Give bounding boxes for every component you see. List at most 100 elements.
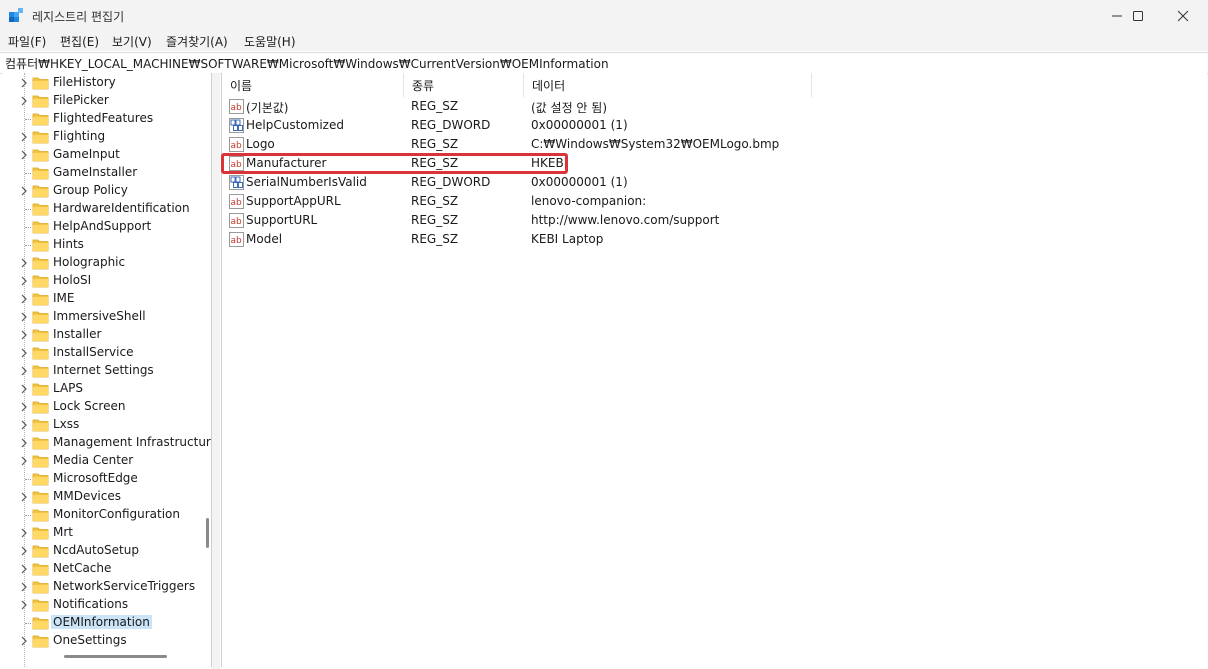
value-row[interactable]: ab Logo REG_SZ C:₩Windows₩System32₩OEMLogo.… bbox=[222, 135, 812, 154]
chevron-right-icon[interactable] bbox=[19, 582, 29, 592]
value-data: HKEBI bbox=[531, 156, 568, 170]
tree-item[interactable]: IME bbox=[2, 290, 202, 308]
chevron-right-icon[interactable] bbox=[19, 276, 29, 286]
tree-item[interactable]: FlightedFeatures bbox=[2, 110, 202, 128]
chevron-right-icon[interactable] bbox=[19, 330, 29, 340]
value-row[interactable]: ab SupportURL REG_SZ http://www.lenovo.com/… bbox=[222, 211, 812, 230]
tree-item[interactable]: GameInput bbox=[2, 146, 202, 164]
address-path[interactable]: 컴퓨터₩HKEY_LOCAL_MACHINE₩SOFTWARE₩Microsof… bbox=[5, 55, 609, 72]
tree-item[interactable]: Installer bbox=[2, 326, 202, 344]
tree-item[interactable]: Internet Settings bbox=[2, 362, 202, 380]
value-name: Manufacturer bbox=[246, 156, 327, 170]
address-bar[interactable]: 컴퓨터₩HKEY_LOCAL_MACHINE₩SOFTWARE₩Microsof… bbox=[0, 52, 1208, 74]
chevron-right-icon[interactable] bbox=[19, 348, 29, 358]
chevron-right-icon[interactable] bbox=[19, 402, 29, 412]
tree-horizontal-scrollbar[interactable] bbox=[64, 655, 167, 658]
tree-item[interactable]: NetCache bbox=[2, 560, 202, 578]
folder-icon bbox=[32, 185, 49, 198]
value-row[interactable]: ab Model REG_SZ KEBI Laptop bbox=[222, 230, 812, 249]
chevron-right-icon[interactable] bbox=[19, 96, 29, 106]
menu-file[interactable]: 파일(F) bbox=[6, 33, 48, 50]
value-type: REG_SZ bbox=[411, 137, 459, 151]
chevron-right-icon[interactable] bbox=[19, 258, 29, 268]
chevron-right-icon[interactable] bbox=[19, 492, 29, 502]
tree-item-label: Lock Screen bbox=[53, 399, 126, 413]
menu-view[interactable]: 보기(V) bbox=[110, 33, 154, 50]
value-row[interactable]: ab Manufacturer REG_SZ HKEBI bbox=[222, 154, 812, 173]
tree-item[interactable]: Notifications bbox=[2, 596, 202, 614]
key-tree[interactable]: FileHistory FilePicker FlightedFeatures Fli… bbox=[2, 73, 212, 667]
chevron-right-icon[interactable] bbox=[19, 384, 29, 394]
value-row[interactable]: HelpCustomized REG_DWORD 0x00000001 (1) bbox=[222, 116, 812, 135]
tree-item[interactable]: Holographic bbox=[2, 254, 202, 272]
tree-item[interactable]: MMDevices bbox=[2, 488, 202, 506]
chevron-right-icon[interactable] bbox=[19, 438, 29, 448]
tree-item[interactable]: InstallService bbox=[2, 344, 202, 362]
chevron-right-icon[interactable] bbox=[19, 312, 29, 322]
tree-connector bbox=[25, 623, 31, 624]
tree-item[interactable]: HoloSI bbox=[2, 272, 202, 290]
tree-item[interactable]: ImmersiveShell bbox=[2, 308, 202, 326]
tree-item[interactable]: MonitorConfiguration bbox=[2, 506, 202, 524]
tree-item[interactable]: NetworkServiceTriggers bbox=[2, 578, 202, 596]
folder-icon bbox=[32, 617, 49, 630]
tree-item[interactable]: OEMInformation bbox=[2, 614, 202, 632]
folder-icon bbox=[32, 77, 49, 90]
tree-vertical-scrollbar[interactable] bbox=[206, 518, 209, 548]
folder-icon bbox=[32, 221, 49, 234]
chevron-right-icon[interactable] bbox=[19, 186, 29, 196]
folder-icon bbox=[32, 509, 49, 522]
menu-edit[interactable]: 편집(E) bbox=[58, 33, 101, 50]
column-header-name[interactable]: 이름 bbox=[222, 73, 404, 97]
chevron-right-icon[interactable] bbox=[19, 456, 29, 466]
tree-connector bbox=[25, 173, 31, 174]
tree-item[interactable]: HelpAndSupport bbox=[2, 218, 202, 236]
chevron-right-icon[interactable] bbox=[19, 636, 29, 646]
values-list[interactable]: 이름 종류 데이터 ab (기본값) REG_SZ (값 설정 안 됨) HelpCus… bbox=[221, 73, 1207, 667]
maximize-button[interactable] bbox=[1115, 0, 1161, 31]
column-header-data[interactable]: 데이터 bbox=[524, 73, 812, 97]
chevron-right-icon[interactable] bbox=[19, 150, 29, 160]
tree-item[interactable]: Lock Screen bbox=[2, 398, 202, 416]
tree-item[interactable]: Media Center bbox=[2, 452, 202, 470]
menu-bar: 파일(F) 편집(E) 보기(V) 즐겨찾기(A) 도움말(H) bbox=[0, 31, 1208, 51]
chevron-right-icon[interactable] bbox=[19, 528, 29, 538]
menu-help[interactable]: 도움말(H) bbox=[242, 33, 298, 50]
chevron-right-icon[interactable] bbox=[19, 78, 29, 88]
value-row[interactable]: SerialNumberIsValid REG_DWORD 0x00000001 (… bbox=[222, 173, 812, 192]
chevron-right-icon[interactable] bbox=[19, 564, 29, 574]
chevron-right-icon[interactable] bbox=[19, 366, 29, 376]
folder-icon bbox=[32, 491, 49, 504]
tree-item[interactable]: Mrt bbox=[2, 524, 202, 542]
chevron-right-icon[interactable] bbox=[19, 420, 29, 430]
tree-item[interactable]: FileHistory bbox=[2, 74, 202, 92]
value-name: Model bbox=[246, 232, 283, 246]
tree-item[interactable]: OneSettings bbox=[2, 632, 202, 650]
tree-item[interactable]: Group Policy bbox=[2, 182, 202, 200]
tree-item[interactable]: NcdAutoSetup bbox=[2, 542, 202, 560]
tree-item[interactable]: HardwareIdentification bbox=[2, 200, 202, 218]
tree-item[interactable]: Lxss bbox=[2, 416, 202, 434]
folder-icon bbox=[32, 293, 49, 306]
tree-item[interactable]: GameInstaller bbox=[2, 164, 202, 182]
value-row[interactable]: ab SupportAppURL REG_SZ lenovo-companion: bbox=[222, 192, 812, 211]
tree-item[interactable]: Hints bbox=[2, 236, 202, 254]
tree-item[interactable]: MicrosoftEdge bbox=[2, 470, 202, 488]
close-button[interactable] bbox=[1160, 0, 1206, 31]
tree-item[interactable]: Flighting bbox=[2, 128, 202, 146]
tree-item[interactable]: LAPS bbox=[2, 380, 202, 398]
value-row[interactable]: ab (기본값) REG_SZ (값 설정 안 됨) bbox=[222, 97, 812, 116]
pane-splitter[interactable] bbox=[212, 73, 220, 669]
value-name: Logo bbox=[246, 137, 275, 151]
chevron-right-icon[interactable] bbox=[19, 600, 29, 610]
chevron-right-icon[interactable] bbox=[19, 546, 29, 556]
chevron-right-icon[interactable] bbox=[19, 132, 29, 142]
tree-connector bbox=[25, 479, 31, 480]
tree-item-label: ImmersiveShell bbox=[53, 309, 146, 323]
menu-favorites[interactable]: 즐겨찾기(A) bbox=[164, 33, 230, 50]
tree-connector bbox=[25, 209, 31, 210]
tree-item[interactable]: FilePicker bbox=[2, 92, 202, 110]
column-header-type[interactable]: 종류 bbox=[404, 73, 524, 97]
chevron-right-icon[interactable] bbox=[19, 294, 29, 304]
tree-item[interactable]: Management Infrastructure bbox=[2, 434, 211, 452]
